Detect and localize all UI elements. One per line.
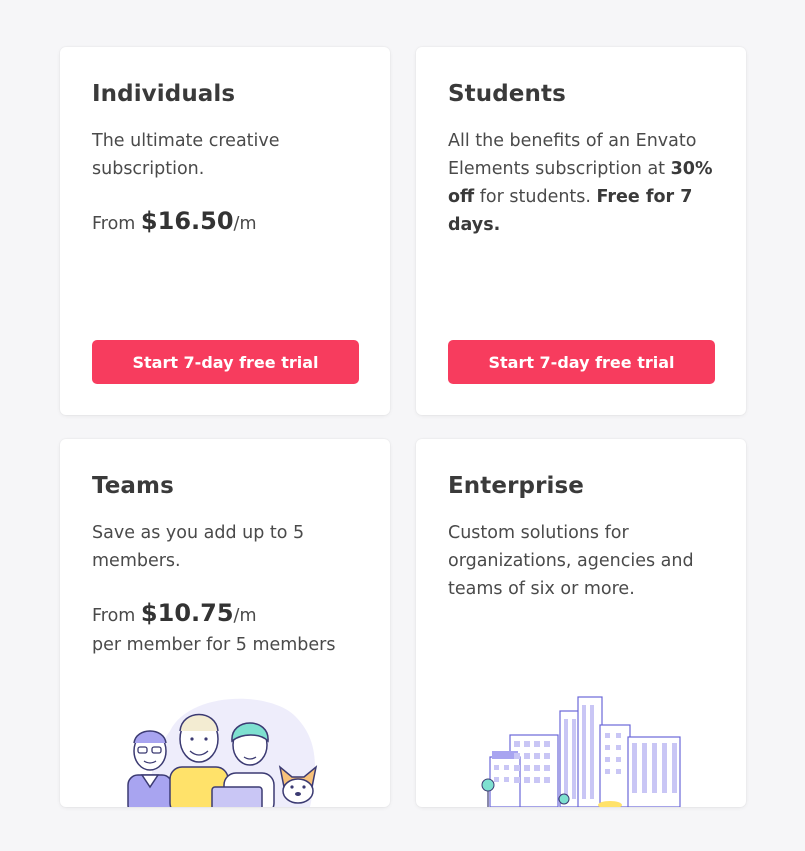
start-trial-button[interactable]: Start 7-day free trial [92,340,359,384]
card-title: Enterprise [448,473,585,499]
desc-text: All the benefits of an Envato Elements s… [448,131,697,179]
card-individuals: Individuals The ultimate creative subscr… [60,47,390,415]
card-teams: Teams Save as you add up to 5 members. F… [60,439,390,807]
start-trial-button[interactable]: Start 7-day free trial [448,340,715,384]
city-buildings-illustration [481,696,681,807]
card-title: Individuals [92,81,236,107]
price-suffix: /m [233,606,257,626]
people-team-illustration [127,698,318,807]
price-note: per member for 5 members [92,635,336,655]
price: From $10.75/m [92,599,257,630]
price: From $16.50/m [92,207,257,238]
price-amount: $10.75 [140,599,234,627]
card-description: The ultimate creative subscription. [92,131,280,179]
desc-text: for students. [474,187,597,207]
card-description: Custom solutions for organizations, agen… [448,523,694,599]
card-students: Students All the benefits of an Envato E… [416,47,746,415]
card-title: Teams [92,473,174,499]
price-suffix: /m [233,214,257,234]
card-enterprise: Enterprise Custom solutions for organiza… [416,439,746,807]
card-description: All the benefits of an Envato Elements s… [448,127,720,239]
price-prefix: From [92,214,141,234]
card-description: Save as you add up to 5 members. [92,523,305,571]
price-prefix: From [92,606,141,626]
card-title: Students [448,81,566,107]
price-amount: $16.50 [140,207,234,235]
